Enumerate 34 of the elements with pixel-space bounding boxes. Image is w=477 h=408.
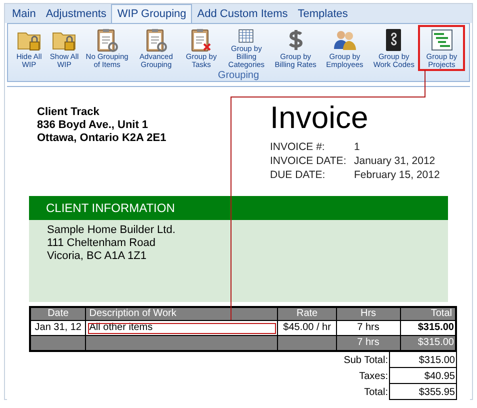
- ribbon-tab[interactable]: Main: [7, 5, 41, 23]
- totals-label: Sub Total:: [344, 354, 389, 368]
- table-footer-cell: $315.00: [400, 336, 456, 350]
- invoice-detail-value: February 15, 2012: [354, 168, 440, 182]
- totals-label: Total:: [364, 386, 389, 400]
- ribbon-tab[interactable]: WIP Grouping: [111, 4, 192, 23]
- company-address-line: Ottawa, Ontario K2A 2E1: [37, 132, 168, 145]
- client-info-header: CLIENT INFORMATION: [29, 196, 448, 220]
- table-header-cell: Hrs: [336, 307, 400, 320]
- ribbon-group-label: Grouping: [218, 70, 260, 81]
- table-header-cell: Description of Work: [86, 307, 278, 320]
- invoice-detail-value: 1: [354, 140, 361, 154]
- table-header-cell: Rate: [278, 307, 336, 320]
- table-footer-cell: 7 hrs: [336, 336, 400, 350]
- invoice-detail-value: January 31, 2012: [354, 154, 436, 168]
- invoice-detail-label: INVOICE #:: [270, 140, 326, 154]
- client-address-line: Vicoria, BC A1A 1Z1: [47, 250, 148, 263]
- invoice-detail-label: INVOICE DATE:: [270, 154, 348, 168]
- ribbon-tab[interactable]: Templates: [292, 5, 353, 23]
- bar-chart-icon: [428, 27, 455, 53]
- client-address-line: 111 Cheltenham Road: [47, 237, 156, 250]
- invoice-detail-label: DUE DATE:: [270, 168, 326, 182]
- invoice-title: Invoice: [270, 102, 370, 134]
- company-address-line: Client Track: [37, 106, 100, 119]
- ribbon-tab[interactable]: Add Custom Items: [192, 5, 293, 23]
- company-address-line: 836 Boyd Ave., Unit 1: [37, 119, 150, 132]
- table-header-cell: Date: [30, 307, 86, 320]
- ribbon-tab[interactable]: Adjustments: [40, 5, 112, 23]
- totals-label: Taxes:: [359, 370, 389, 384]
- totals-value: $315.00: [389, 352, 457, 368]
- table-header-cell: Total: [400, 307, 456, 320]
- client-address-line: Sample Home Builder Ltd.: [47, 224, 176, 237]
- totals-value: $355.95: [389, 384, 457, 400]
- totals-value: $40.95: [389, 368, 457, 384]
